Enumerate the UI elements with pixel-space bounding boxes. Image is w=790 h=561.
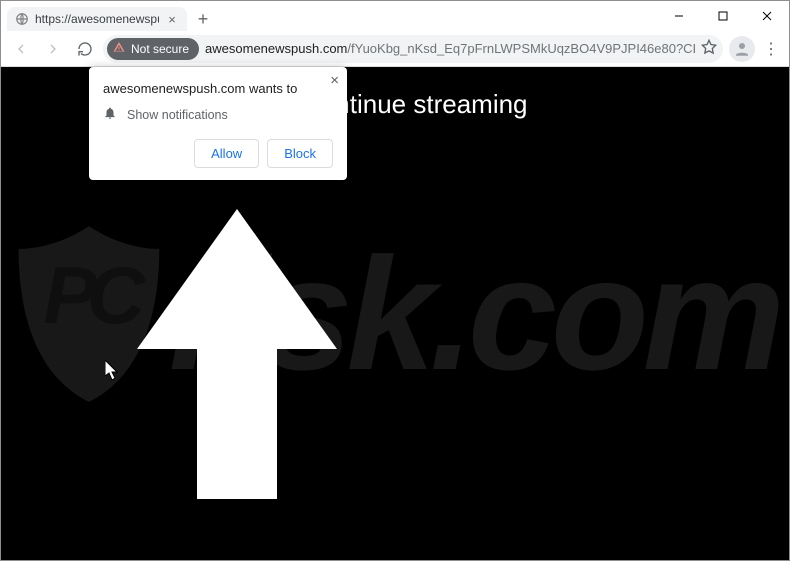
tab-close-icon[interactable]: ×	[165, 13, 179, 26]
window-controls	[657, 1, 789, 31]
not-secure-chip[interactable]: Not secure	[107, 38, 199, 60]
mouse-cursor-icon	[105, 360, 121, 385]
popup-origin-text: awesomenewspush.com wants to	[103, 81, 333, 96]
browser-toolbar: Not secure awesomenewspush.com/fYuoKbg_n…	[1, 31, 789, 67]
popup-close-button[interactable]: ×	[330, 73, 339, 88]
permission-label: Show notifications	[127, 108, 228, 122]
back-button[interactable]	[7, 35, 35, 63]
up-arrow-icon	[137, 209, 337, 502]
not-secure-label: Not secure	[131, 42, 189, 56]
warning-icon	[113, 41, 125, 56]
svg-text:PC: PC	[43, 250, 146, 340]
close-window-button[interactable]	[745, 1, 789, 31]
titlebar: https://awesomenewspush.com/ × +	[1, 1, 789, 31]
popup-buttons: Allow Block	[103, 139, 333, 168]
url-text: awesomenewspush.com/fYuoKbg_nKsd_Eq7pFrn…	[205, 41, 695, 56]
profile-avatar[interactable]	[729, 36, 755, 62]
browser-tab[interactable]: https://awesomenewspush.com/ ×	[7, 7, 187, 31]
bell-icon	[103, 106, 117, 123]
permission-row: Show notifications	[103, 106, 333, 123]
allow-button[interactable]: Allow	[194, 139, 259, 168]
bookmark-star-icon[interactable]	[701, 39, 717, 58]
address-bar[interactable]: Not secure awesomenewspush.com/fYuoKbg_n…	[103, 35, 723, 63]
tabstrip: https://awesomenewspush.com/ × +	[1, 1, 657, 31]
forward-button[interactable]	[39, 35, 67, 63]
new-tab-button[interactable]: +	[191, 7, 215, 31]
block-button[interactable]: Block	[267, 139, 333, 168]
notification-permission-popup: × awesomenewspush.com wants to Show noti…	[89, 67, 347, 180]
maximize-button[interactable]	[701, 1, 745, 31]
tab-title: https://awesomenewspush.com/	[35, 12, 159, 26]
reload-button[interactable]	[71, 35, 99, 63]
globe-icon	[15, 12, 29, 26]
minimize-button[interactable]	[657, 1, 701, 31]
url-path: /fYuoKbg_nKsd_Eq7pFrnLWPSMkUqzBO4V9PJPI4…	[347, 41, 695, 56]
menu-button[interactable]: ⋮	[759, 39, 783, 59]
url-host: awesomenewspush.com	[205, 41, 347, 56]
